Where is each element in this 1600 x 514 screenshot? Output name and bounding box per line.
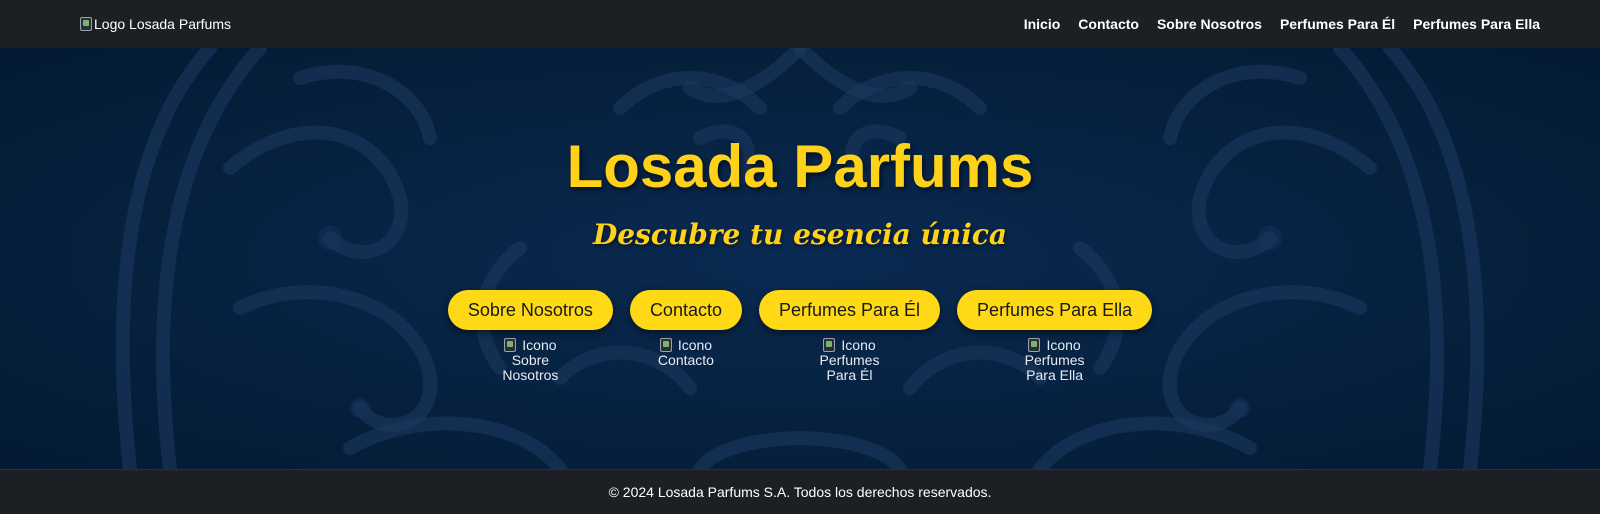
broken-image-icon [504,338,517,352]
hero-title: Losada Parfums [566,133,1034,200]
nav-link-inicio[interactable]: Inicio [1024,12,1061,36]
sobre-nosotros-icon: Icono Sobre Nosotros [485,338,575,383]
cta-perfumes-ella: Perfumes Para Ella Icono Perfumes Para E… [957,290,1153,383]
cta-contacto: Contacto Icono Contacto [629,290,742,383]
nav-link-sobre-nosotros[interactable]: Sobre Nosotros [1157,12,1262,36]
perfumes-el-button[interactable]: Perfumes Para Él [758,290,941,330]
broken-image-icon [659,338,672,352]
perfumes-ella-icon: Icono Perfumes Para Ella [1010,338,1100,383]
top-navbar: Logo Losada Parfums Inicio Contacto Sobr… [0,0,1600,48]
nav-link-contacto[interactable]: Contacto [1078,12,1139,36]
cta-row: Sobre Nosotros Icono Sobre Nosotros Cont… [0,290,1600,383]
hero-section: Losada Parfums Descubre tu esencia única… [0,48,1600,469]
contacto-button[interactable]: Contacto [629,290,742,330]
contacto-icon: Icono Contacto [641,338,731,368]
page-footer: © 2024 Losada Parfums S.A. Todos los der… [0,469,1600,514]
cta-perfumes-el: Perfumes Para Él Icono Perfumes Para Él [758,290,941,383]
nav-link-perfumes-ella[interactable]: Perfumes Para Ella [1413,12,1540,36]
broken-image-icon [823,338,836,352]
cta-sobre-nosotros: Sobre Nosotros Icono Sobre Nosotros [447,290,613,383]
nav-links: Inicio Contacto Sobre Nosotros Perfumes … [1024,0,1540,48]
perfumes-ella-button[interactable]: Perfumes Para Ella [957,290,1153,330]
perfumes-el-icon: Icono Perfumes Para Él [805,338,895,383]
ornamental-background-pattern [115,48,1485,469]
hero-subtitle: Descubre tu esencia única [592,218,1008,251]
broken-image-icon [80,17,92,31]
logo-alt-text: Logo Losada Parfums [94,16,231,32]
nav-link-perfumes-el[interactable]: Perfumes Para Él [1280,12,1395,36]
copyright-text: © 2024 Losada Parfums S.A. Todos los der… [608,484,992,500]
broken-image-icon [1028,338,1041,352]
sobre-nosotros-button[interactable]: Sobre Nosotros [447,290,613,330]
brand-logo-link[interactable]: Logo Losada Parfums [80,16,231,32]
